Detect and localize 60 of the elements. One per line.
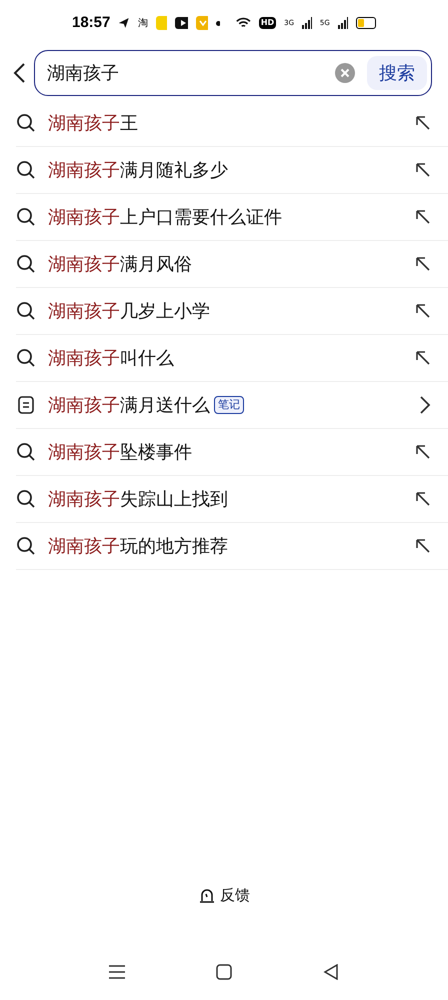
search-icon: [16, 536, 36, 556]
search-icon: [16, 160, 36, 180]
suggestion-text: 湖南孩子几岁上小学: [48, 300, 210, 324]
alarm-light-icon: [198, 886, 216, 903]
play-icon: [175, 17, 188, 29]
search-icon: [16, 113, 36, 133]
wifi-icon: [236, 16, 251, 30]
chevron-right-icon[interactable]: [418, 395, 432, 415]
suggestion-item[interactable]: 湖南孩子叫什么: [16, 335, 448, 382]
fill-arrow-icon[interactable]: [414, 490, 432, 508]
back-nav-icon[interactable]: [322, 964, 339, 980]
search-icon: [16, 348, 36, 368]
suggestion-text: 湖南孩子玩的地方推荐: [48, 534, 228, 558]
document-icon: [16, 395, 36, 415]
suggestion-item[interactable]: 湖南孩子王: [16, 100, 448, 147]
hd-label: HD: [258, 17, 276, 29]
suggestion-text: 湖南孩子上户口需要什么证件: [48, 206, 282, 230]
note-tag: 笔记: [214, 396, 244, 414]
suggestion-item[interactable]: 湖南孩子上户口需要什么证件: [16, 194, 448, 241]
suggestion-text: 湖南孩子满月风俗: [48, 252, 192, 276]
paper-plane-icon: [118, 16, 130, 30]
search-button[interactable]: 搜索: [367, 56, 427, 90]
suggestion-item[interactable]: 湖南孩子失踪山上找到: [16, 476, 448, 523]
fill-arrow-icon[interactable]: [414, 537, 432, 555]
fill-arrow-icon[interactable]: [414, 161, 432, 179]
suggestion-item[interactable]: 湖南孩子玩的地方推荐: [16, 523, 448, 570]
menu-icon[interactable]: [109, 965, 126, 979]
search-field[interactable]: 湖南孩子 搜索: [34, 50, 432, 96]
search-icon: [16, 442, 36, 462]
search-icon: [16, 207, 36, 227]
signal-icon: [338, 17, 348, 29]
suggestion-item[interactable]: 湖南孩子坠楼事件: [16, 429, 448, 476]
clear-icon[interactable]: [335, 63, 355, 83]
suggestion-item[interactable]: 湖南孩子满月随礼多少: [16, 147, 448, 194]
fill-arrow-icon[interactable]: [414, 349, 432, 367]
search-icon: [16, 301, 36, 321]
fill-arrow-icon[interactable]: [414, 255, 432, 273]
app-icon: [156, 16, 168, 30]
search-icon: [16, 254, 36, 274]
signal-icon: [302, 17, 312, 29]
home-icon[interactable]: [216, 964, 232, 980]
back-icon[interactable]: [12, 62, 26, 84]
search-query: 湖南孩子: [47, 62, 120, 86]
fill-arrow-icon[interactable]: [414, 443, 432, 461]
fill-arrow-icon[interactable]: [414, 114, 432, 132]
suggestion-item[interactable]: 湖南孩子满月送什么 笔记: [16, 382, 448, 429]
suggestion-text: 湖南孩子满月随礼多少: [48, 158, 228, 182]
fill-arrow-icon[interactable]: [414, 208, 432, 226]
search-icon: [16, 489, 36, 509]
status-time: 18:57: [72, 12, 110, 33]
suggestion-text: 湖南孩子叫什么: [48, 346, 174, 370]
suggestion-text: 湖南孩子王: [48, 112, 138, 136]
suggestion-item[interactable]: 湖南孩子满月风俗: [16, 241, 448, 288]
app-glyph: 淘: [138, 16, 148, 30]
fill-arrow-icon[interactable]: [414, 302, 432, 320]
suggestion-text: 湖南孩子失踪山上找到: [48, 488, 228, 512]
suggestion-item[interactable]: 湖南孩子几岁上小学: [16, 288, 448, 335]
feedback-button[interactable]: 反馈: [198, 884, 250, 906]
suggestion-text: 湖南孩子满月送什么: [48, 394, 210, 418]
suggestion-text: 湖南孩子坠楼事件: [48, 440, 192, 464]
